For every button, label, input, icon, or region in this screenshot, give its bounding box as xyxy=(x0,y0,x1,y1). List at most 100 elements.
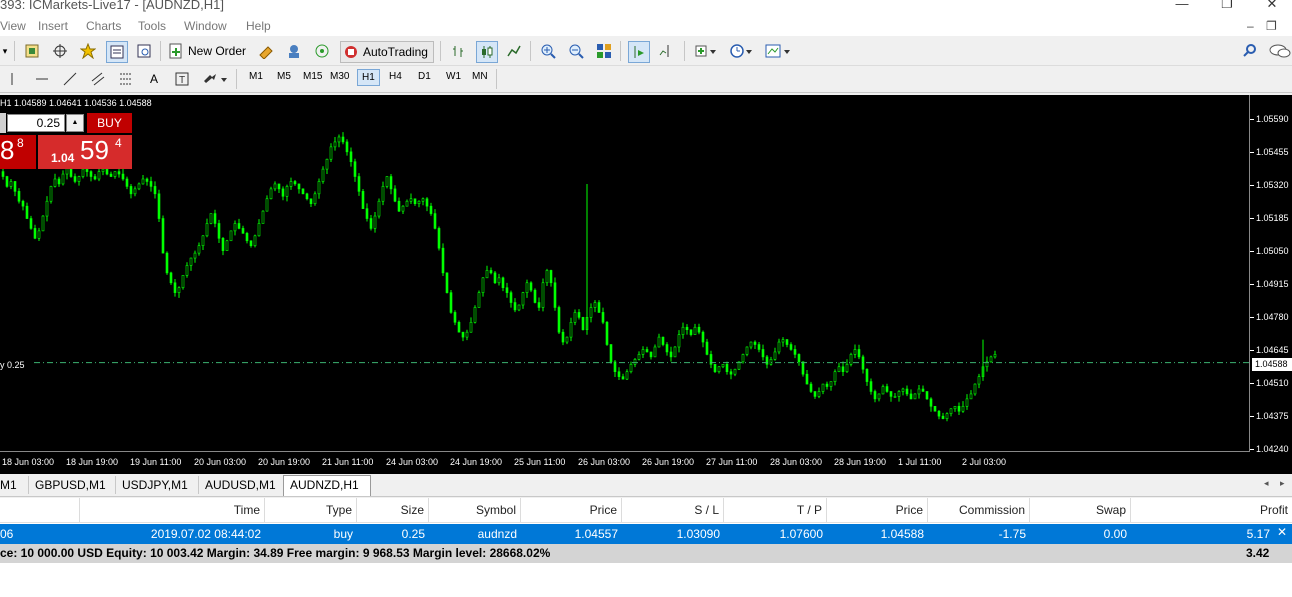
candle-body xyxy=(241,228,245,234)
candle-body xyxy=(509,292,513,303)
timeframe-m5[interactable]: M5 xyxy=(277,71,291,82)
text-label-icon[interactable]: T xyxy=(172,69,192,89)
candle-body xyxy=(81,168,85,177)
tab-usdjpy-m1[interactable]: USDJPY,M1 xyxy=(115,476,194,494)
col-order[interactable] xyxy=(0,498,80,522)
price-chart[interactable]: H1 1.04589 1.04641 1.04536 1.04588 y 0.2… xyxy=(0,95,1250,452)
price-tick xyxy=(1250,284,1254,285)
autoscroll-icon[interactable] xyxy=(628,41,650,63)
tabs-scroll-left-icon[interactable]: ◂ xyxy=(1264,478,1269,489)
dropdown-arrow-icon[interactable]: ▾ xyxy=(0,41,10,61)
timeframe-m1[interactable]: M1 xyxy=(249,71,263,82)
templates-icon[interactable] xyxy=(762,41,794,61)
toolbar-separator xyxy=(440,41,441,61)
candle-body xyxy=(745,346,749,355)
child-restore-button[interactable]: ❐ xyxy=(1266,19,1277,33)
col-profit[interactable]: Profit xyxy=(1131,498,1292,522)
data-window-icon[interactable] xyxy=(106,41,128,63)
col-time[interactable]: Time xyxy=(80,498,265,522)
candle-body xyxy=(681,326,685,335)
col-commission[interactable]: Commission xyxy=(928,498,1030,522)
toolbar-separator xyxy=(530,41,531,61)
menu-tools[interactable]: Tools xyxy=(138,19,166,33)
arrows-icon[interactable] xyxy=(200,69,230,89)
autotrading-button[interactable]: AutoTrading xyxy=(340,41,434,63)
vertical-line-icon[interactable] xyxy=(4,69,20,89)
chart-shift-icon[interactable] xyxy=(656,41,676,61)
col-swap[interactable]: Swap xyxy=(1030,498,1131,522)
menu-charts[interactable]: Charts xyxy=(86,19,121,33)
child-minimize-button[interactable]: – xyxy=(1247,19,1254,33)
menu-view[interactable]: View xyxy=(0,19,26,33)
candle-body xyxy=(449,292,453,313)
new-order-icon xyxy=(169,43,182,59)
tab-audusd-m1[interactable]: AUDUSD,M1 xyxy=(198,476,282,494)
bar-chart-icon[interactable] xyxy=(448,41,468,61)
menu-insert[interactable]: Insert xyxy=(38,19,68,33)
new-order-button[interactable]: New Order xyxy=(168,41,252,61)
timeframe-m15[interactable]: M15 xyxy=(303,71,322,82)
col-take-profit[interactable]: T / P xyxy=(724,498,827,522)
col-type[interactable]: Type xyxy=(265,498,357,522)
timeframe-m30[interactable]: M30 xyxy=(330,71,349,82)
toolbar-separator xyxy=(14,41,15,61)
timeframe-w1[interactable]: W1 xyxy=(446,71,461,82)
candle-body xyxy=(821,383,825,392)
buy-button[interactable]: BUY xyxy=(87,113,132,133)
close-button[interactable]: ✕ xyxy=(1262,0,1282,12)
terminal-icon[interactable] xyxy=(284,41,304,61)
col-size[interactable]: Size xyxy=(357,498,429,522)
timeframe-h1[interactable]: H1 xyxy=(357,69,380,86)
lot-size-input[interactable]: 0.25 xyxy=(7,114,65,132)
candle-body xyxy=(217,223,221,239)
timeframe-mn[interactable]: MN xyxy=(472,71,488,82)
col-price[interactable]: Price xyxy=(521,498,622,522)
navigator-icon[interactable] xyxy=(134,41,154,61)
col-current-price[interactable]: Price xyxy=(827,498,928,522)
col-symbol[interactable]: Symbol xyxy=(429,498,521,522)
buy-price-panel[interactable]: 1.04 59 4 xyxy=(38,135,132,169)
tab-m1[interactable]: M1 xyxy=(0,476,23,494)
minimize-button[interactable]: — xyxy=(1172,0,1192,11)
sell-price-panel[interactable]: 8 8 xyxy=(0,135,36,169)
trendline-icon[interactable] xyxy=(60,69,80,89)
line-chart-icon[interactable] xyxy=(504,41,524,61)
horizontal-line-icon[interactable] xyxy=(32,69,52,89)
crosshair-icon[interactable] xyxy=(50,41,70,61)
close-order-icon[interactable]: ✕ xyxy=(1277,525,1287,539)
candle-body xyxy=(257,223,261,237)
candlestick-icon[interactable] xyxy=(476,41,498,63)
lot-spinner-up-icon[interactable]: ▲ xyxy=(66,114,84,132)
tab-gbpusd-m1[interactable]: GBPUSD,M1 xyxy=(28,476,112,494)
maximize-button[interactable]: ❐ xyxy=(1217,0,1237,12)
candle-body xyxy=(965,398,969,407)
timeframe-d1[interactable]: D1 xyxy=(418,71,431,82)
menu-help[interactable]: Help xyxy=(246,19,271,33)
candle-body xyxy=(297,183,301,190)
candle-body xyxy=(121,173,125,180)
equidistant-channel-icon[interactable] xyxy=(88,69,108,89)
profiles-icon[interactable] xyxy=(22,41,42,61)
candle-body xyxy=(113,171,117,177)
sell-button-stub[interactable] xyxy=(0,113,6,133)
fibonacci-icon[interactable] xyxy=(116,69,136,89)
indicators-icon[interactable] xyxy=(692,41,720,61)
candle-body xyxy=(213,213,217,224)
tab-audnzd-h1[interactable]: AUDNZD,H1 xyxy=(283,475,371,496)
signals-icon[interactable] xyxy=(312,41,332,61)
search-icon[interactable] xyxy=(1240,41,1260,61)
zoom-out-icon[interactable] xyxy=(566,41,586,61)
zoom-in-icon[interactable] xyxy=(538,41,558,61)
timeframe-h4[interactable]: H4 xyxy=(389,71,402,82)
text-icon[interactable]: A xyxy=(144,69,164,89)
col-stop-loss[interactable]: S / L xyxy=(622,498,724,522)
chat-icon[interactable] xyxy=(1268,41,1292,61)
tabs-scroll-right-icon[interactable]: ▸ xyxy=(1280,478,1285,489)
metaeditor-icon[interactable] xyxy=(256,41,276,61)
price-tick-label: 1.05320 xyxy=(1256,180,1289,190)
menu-window[interactable]: Window xyxy=(184,19,227,33)
candle-body xyxy=(481,277,485,293)
market-watch-icon[interactable] xyxy=(78,41,98,61)
periods-icon[interactable] xyxy=(726,41,756,61)
tile-windows-icon[interactable] xyxy=(594,41,614,61)
